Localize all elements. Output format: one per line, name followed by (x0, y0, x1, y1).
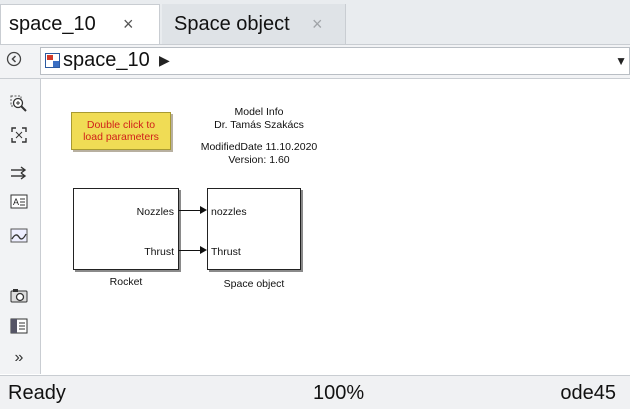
svg-text:A: A (13, 197, 19, 207)
model-browser-icon[interactable] (9, 317, 29, 335)
model-breadcrumb[interactable]: space_10 ▶ ▼ (40, 47, 630, 75)
status-bar: Ready 100% ode45 (0, 375, 630, 409)
input-port-label: nozzles (211, 206, 247, 218)
rocket-block-name[interactable]: Rocket (73, 276, 179, 288)
chevron-down-icon[interactable]: ▼ (615, 54, 627, 68)
expand-toolbar-icon[interactable]: » (9, 349, 29, 367)
close-icon[interactable]: × (123, 14, 134, 35)
breadcrumb-model-name[interactable]: space_10 (63, 49, 150, 72)
model-info-author: Dr. Tamás Szakács (214, 118, 304, 131)
address-bar-row: space_10 ▶ ▼ (0, 45, 630, 79)
tab-space-10[interactable]: space_10 × (0, 4, 160, 44)
model-canvas[interactable]: Double click to load parameters Model In… (41, 79, 630, 374)
signal-arrow-icon (200, 206, 207, 214)
model-icon (45, 53, 60, 68)
signal-arrow-icon (200, 246, 207, 254)
signal-line-thrust[interactable] (179, 250, 200, 251)
canvas-toolbar: A » (0, 79, 41, 374)
zoom-level[interactable]: 100% (313, 382, 364, 405)
status-text: Ready (8, 382, 66, 404)
model-info-block[interactable]: Model Info Dr. Tamás Szakács ModifiedDat… (179, 106, 339, 166)
output-port-label: Thrust (144, 246, 174, 258)
annotation-line: load parameters (83, 131, 159, 143)
annotation-line: Double click to (86, 119, 156, 131)
model-info-title: Model Info (234, 106, 284, 118)
text-annotation-icon[interactable]: A (9, 193, 29, 211)
space-object-block[interactable]: nozzles Thrust (207, 188, 301, 270)
close-icon[interactable]: × (312, 14, 323, 35)
rocket-block[interactable]: Nozzles Thrust (73, 188, 179, 270)
camera-icon[interactable] (9, 287, 29, 305)
output-port-label: Nozzles (136, 206, 174, 218)
space-object-block-name[interactable]: Space object (207, 278, 301, 290)
tab-space-object[interactable]: Space object × (162, 4, 346, 44)
zoom-icon[interactable] (9, 95, 29, 113)
solver-name[interactable]: ode45 (560, 382, 616, 405)
model-info-modified-date: ModifiedDate 11.10.2020 (200, 141, 318, 153)
navigate-back-icon[interactable] (3, 50, 25, 72)
signal-routing-icon[interactable] (9, 164, 29, 182)
breadcrumb-arrow-icon[interactable]: ▶ (159, 52, 170, 69)
model-info-version: Version: 1.60 (228, 153, 290, 166)
tab-label: Space object (174, 12, 290, 35)
signal-line-nozzles[interactable] (179, 210, 200, 211)
load-parameters-annotation[interactable]: Double click to load parameters (71, 112, 171, 150)
image-annotation-icon[interactable] (9, 227, 29, 245)
tab-label: space_10 (9, 13, 96, 35)
tab-bar: space_10 × Space object × (0, 0, 630, 45)
input-port-label: Thrust (211, 246, 241, 258)
fit-to-view-icon[interactable] (9, 126, 29, 144)
